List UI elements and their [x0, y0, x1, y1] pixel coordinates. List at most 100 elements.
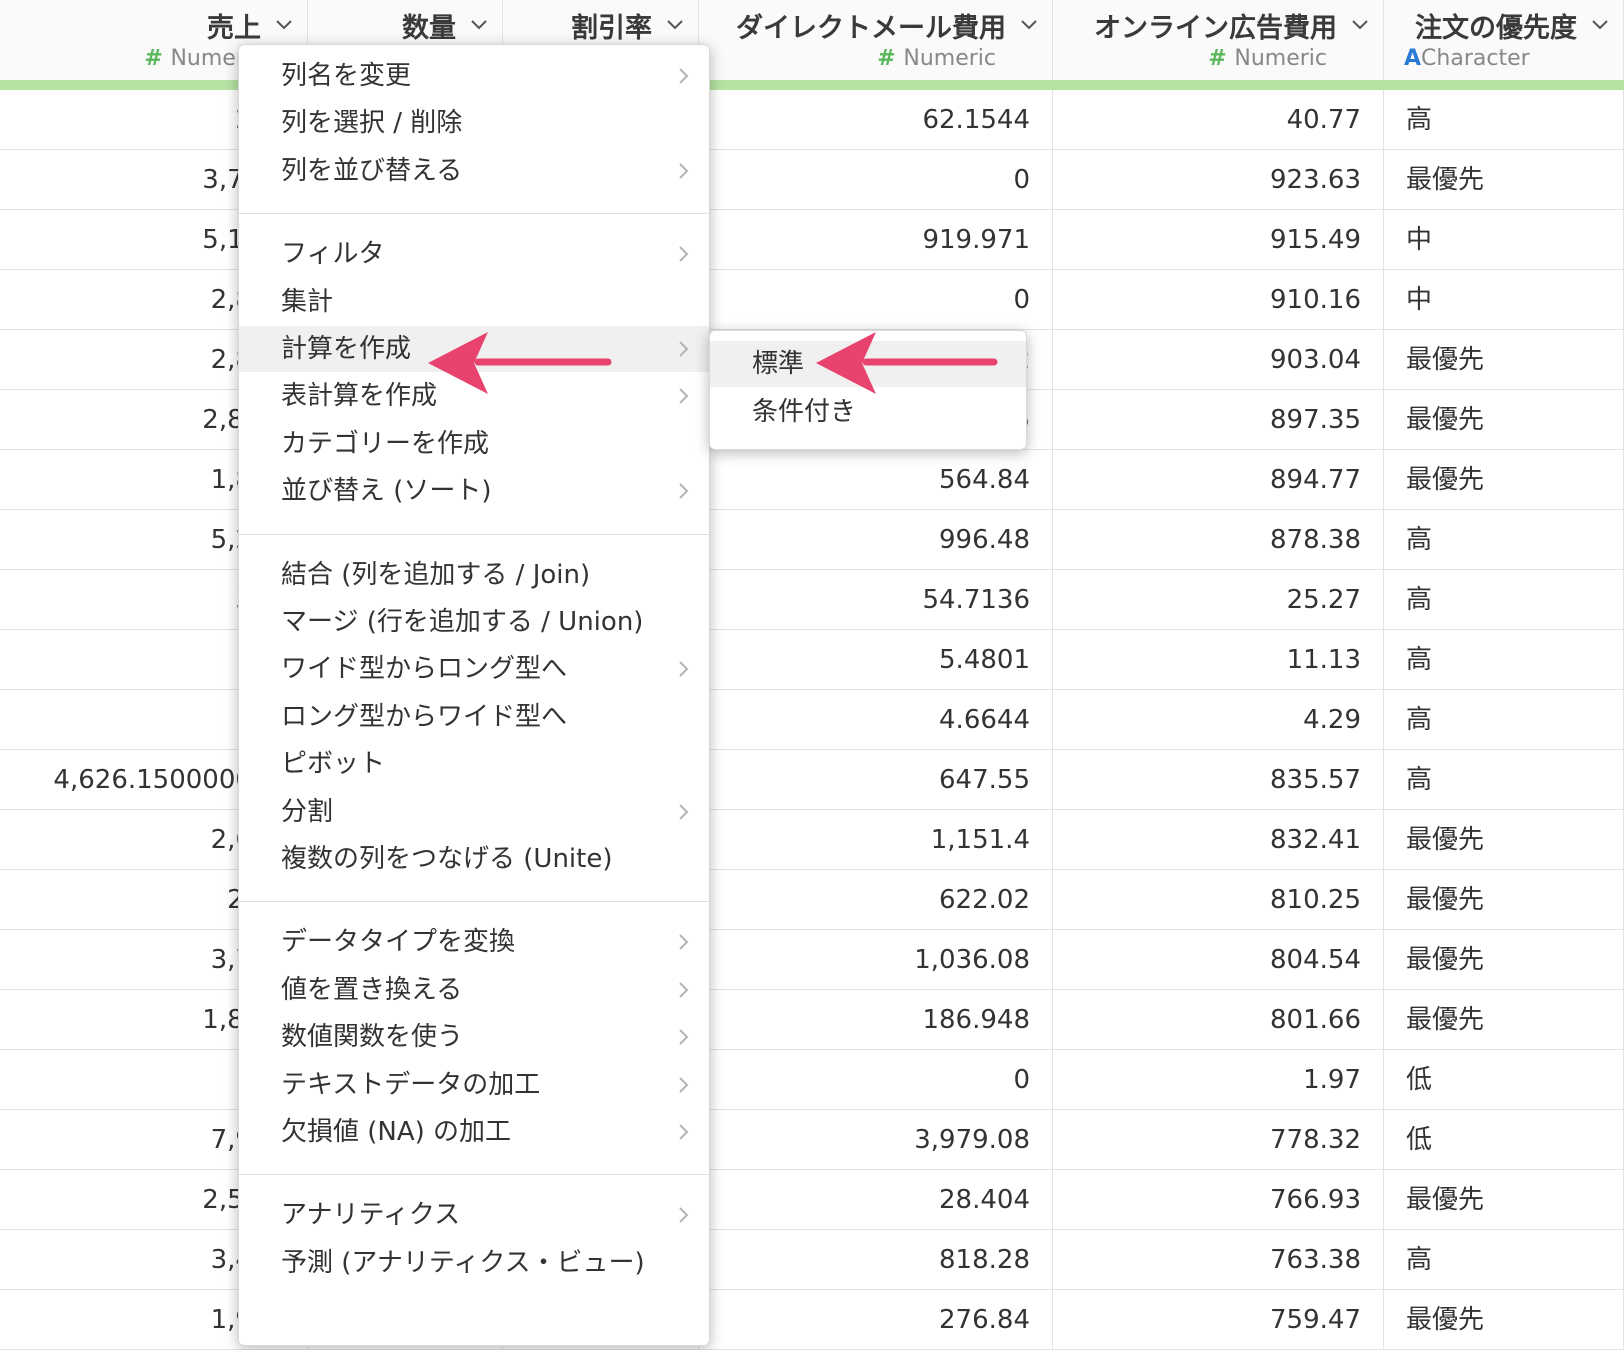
table-cell[interactable]: 763.38	[1053, 1230, 1384, 1290]
table-cell[interactable]: 647.55	[699, 750, 1053, 810]
chevron-down-icon[interactable]	[666, 16, 684, 34]
table-cell[interactable]: 54.7136	[699, 570, 1053, 630]
chevron-down-icon[interactable]	[1351, 16, 1369, 34]
menu-item[interactable]: アナリティクス	[239, 1192, 709, 1238]
table-cell[interactable]: 835.57	[1053, 750, 1384, 810]
table-cell[interactable]: 高	[1384, 1230, 1624, 1290]
table-cell[interactable]: 62.1544	[699, 90, 1053, 150]
table-cell[interactable]: 最優先	[1384, 990, 1624, 1050]
table-cell[interactable]: 4.6644	[699, 690, 1053, 750]
table-cell[interactable]: 高	[1384, 630, 1624, 690]
table-cell[interactable]: 25.27	[1053, 570, 1384, 630]
table-cell[interactable]: 高	[1384, 570, 1624, 630]
chevron-right-icon	[679, 661, 689, 678]
table-cell[interactable]: 910.16	[1053, 270, 1384, 330]
table-cell[interactable]: 3,979.08	[699, 1110, 1053, 1170]
table-cell[interactable]: 186.948	[699, 990, 1053, 1050]
menu-item[interactable]: ピボット	[239, 741, 709, 787]
table-cell[interactable]: 0	[699, 270, 1053, 330]
table-cell[interactable]: 0	[699, 150, 1053, 210]
table-cell[interactable]: 最優先	[1384, 810, 1624, 870]
menu-item[interactable]: 表計算を作成	[239, 373, 709, 419]
submenu-item[interactable]: 条件付き	[710, 389, 1026, 435]
table-cell[interactable]: 818.28	[699, 1230, 1053, 1290]
table-cell[interactable]: 最優先	[1384, 1170, 1624, 1230]
table-cell[interactable]: 832.41	[1053, 810, 1384, 870]
table-cell[interactable]: 766.93	[1053, 1170, 1384, 1230]
table-cell[interactable]: 0	[699, 1050, 1053, 1110]
table-cell[interactable]: 1.97	[1053, 1050, 1384, 1110]
table-cell[interactable]: 中	[1384, 210, 1624, 270]
menu-item[interactable]: データタイプを変換	[239, 919, 709, 965]
table-cell[interactable]: 919.971	[699, 210, 1053, 270]
table-cell[interactable]: 878.38	[1053, 510, 1384, 570]
table-cell[interactable]: 804.54	[1053, 930, 1384, 990]
table-cell[interactable]: 4.29	[1053, 690, 1384, 750]
menu-item[interactable]: 値を置き換える	[239, 967, 709, 1013]
table-cell[interactable]: 中	[1384, 270, 1624, 330]
table-cell[interactable]: 高	[1384, 510, 1624, 570]
table-cell[interactable]: 1,151.4	[699, 810, 1053, 870]
table-cell[interactable]: 11.13	[1053, 630, 1384, 690]
submenu-item[interactable]: 標準	[710, 341, 1026, 387]
table-cell[interactable]: 40.77	[1053, 90, 1384, 150]
table-cell[interactable]: 高	[1384, 690, 1624, 750]
table-cell[interactable]: 低	[1384, 1050, 1624, 1110]
chevron-right-icon	[679, 1029, 689, 1045]
menu-item[interactable]: 複数の列をつなげる (Unite)	[239, 836, 709, 882]
table-cell[interactable]: 28.404	[699, 1170, 1053, 1230]
table-cell[interactable]: 高	[1384, 90, 1624, 150]
table-cell[interactable]: 最優先	[1384, 870, 1624, 930]
table-cell[interactable]: 最優先	[1384, 930, 1624, 990]
menu-item[interactable]: 列を選択 / 削除	[239, 100, 709, 146]
table-cell[interactable]: 最優先	[1384, 390, 1624, 450]
table-cell[interactable]: 最優先	[1384, 1290, 1624, 1350]
table-cell[interactable]: 1,036.08	[699, 930, 1053, 990]
table-cell[interactable]: 778.32	[1053, 1110, 1384, 1170]
table-cell[interactable]: 923.63	[1053, 150, 1384, 210]
chevron-right-icon	[679, 982, 689, 998]
menu-item[interactable]: 並び替え (ソート)	[239, 468, 709, 514]
table-cell[interactable]: 903.04	[1053, 330, 1384, 390]
table-cell[interactable]: 564.84	[699, 450, 1053, 510]
column-header-5[interactable]: 注文の優先度 ACharacter	[1384, 0, 1624, 80]
chevron-down-icon[interactable]	[470, 16, 488, 34]
menu-item-label: 表計算を作成	[281, 381, 438, 412]
table-cell[interactable]: 低	[1384, 1110, 1624, 1170]
menu-item[interactable]: テキストデータの加工	[239, 1062, 709, 1108]
table-cell[interactable]: 996.48	[699, 510, 1053, 570]
chevron-down-icon[interactable]	[1591, 16, 1609, 34]
table-cell[interactable]: 622.02	[699, 870, 1053, 930]
chevron-right-icon	[679, 163, 689, 179]
column-header-4[interactable]: オンライン広告費用 # Numeric	[1053, 0, 1384, 80]
table-cell[interactable]: 高	[1384, 750, 1624, 810]
menu-item[interactable]: 列名を変更	[239, 53, 709, 99]
menu-item[interactable]: 予測 (アナリティクス・ビュー)	[239, 1240, 709, 1286]
menu-item[interactable]: ロング型からワイド型へ	[239, 694, 709, 740]
menu-item[interactable]: 数値関数を使う	[239, 1014, 709, 1060]
table-cell[interactable]: 894.77	[1053, 450, 1384, 510]
table-cell[interactable]: 276.84	[699, 1290, 1053, 1350]
menu-item[interactable]: 集計	[239, 279, 709, 325]
table-cell[interactable]: 759.47	[1053, 1290, 1384, 1350]
table-cell[interactable]: 810.25	[1053, 870, 1384, 930]
table-cell[interactable]: 最優先	[1384, 450, 1624, 510]
table-cell[interactable]: 915.49	[1053, 210, 1384, 270]
menu-item[interactable]: カテゴリーを作成	[239, 421, 709, 467]
menu-item[interactable]: 結合 (列を追加する / Join)	[239, 552, 709, 598]
menu-item[interactable]: ワイド型からロング型へ	[239, 646, 709, 692]
table-cell[interactable]: 5.4801	[699, 630, 1053, 690]
chevron-down-icon[interactable]	[275, 16, 293, 34]
table-cell[interactable]: 897.35	[1053, 390, 1384, 450]
menu-item[interactable]: 欠損値 (NA) の加工	[239, 1109, 709, 1155]
menu-item[interactable]: マージ (行を追加する / Union)	[239, 599, 709, 645]
table-cell[interactable]: 最優先	[1384, 330, 1624, 390]
menu-item[interactable]: 列を並び替える	[239, 148, 709, 194]
table-cell[interactable]: 最優先	[1384, 150, 1624, 210]
menu-item[interactable]: 計算を作成	[239, 326, 709, 372]
menu-item[interactable]: フィルタ	[239, 231, 709, 277]
menu-item[interactable]: 分割	[239, 789, 709, 835]
chevron-down-icon[interactable]	[1020, 16, 1038, 34]
column-header-3[interactable]: ダイレクトメール費用 # Numeric	[699, 0, 1053, 80]
table-cell[interactable]: 801.66	[1053, 990, 1384, 1050]
